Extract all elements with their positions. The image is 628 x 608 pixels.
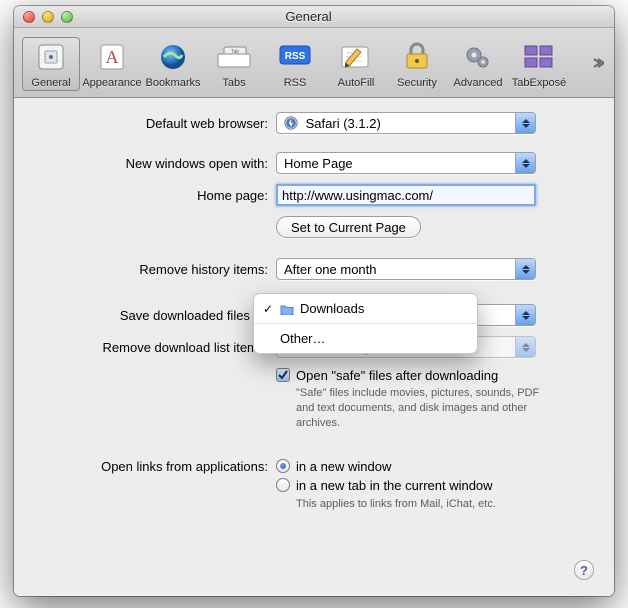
homepage-input[interactable] [276,184,536,206]
advanced-icon [463,39,493,75]
svg-text:A: A [106,47,119,67]
save-downloads-option-other[interactable]: Other… [254,328,477,349]
open-links-label: Open links from applications: [44,459,276,474]
toolbar-tab-tabs[interactable]: Tab Tabs [205,37,263,91]
remove-downloads-label: Remove download list items: [44,340,276,355]
toolbar-overflow[interactable] [590,55,606,71]
save-downloads-label: Save downloaded files to: [44,308,276,323]
titlebar: General [14,6,614,28]
toolbar-tab-appearance[interactable]: A Appearance [83,37,141,91]
safari-icon [284,116,298,130]
preferences-toolbar: General A Appearance Bookmarks Tab Tabs … [14,28,614,98]
appearance-icon: A [97,39,127,75]
open-safe-checkbox[interactable] [276,368,290,382]
svg-text:RSS: RSS [285,51,306,62]
toolbar-tab-general[interactable]: General [22,37,80,91]
menu-separator [254,323,477,324]
help-button[interactable]: ? [574,560,594,580]
security-icon [404,39,430,75]
toolbar-tab-autofill[interactable]: AutoFill [327,37,385,91]
set-current-page-button[interactable]: Set to Current Page [276,216,421,238]
autofill-icon [340,39,372,75]
toolbar-tab-advanced[interactable]: Advanced [449,37,507,91]
minimize-button[interactable] [42,11,54,23]
remove-history-select[interactable]: After one month [276,258,536,280]
save-downloads-option-downloads[interactable]: ✓ Downloads [254,298,477,319]
toolbar-tab-tabexpose[interactable]: TabExposé [510,37,568,91]
checkmark-icon: ✓ [262,302,274,316]
zoom-button[interactable] [61,11,73,23]
tabexpose-icon [523,39,555,75]
open-links-new-window-radio[interactable] [276,459,290,473]
open-safe-help: "Safe" files include movies, pictures, s… [296,386,556,431]
save-downloads-menu: ✓ Downloads Other… [253,293,478,354]
toolbar-tab-rss[interactable]: RSS RSS [266,37,324,91]
rss-icon: RSS [278,39,312,75]
remove-history-label: Remove history items: [44,262,276,277]
default-browser-label: Default web browser: [44,116,276,131]
folder-icon [280,303,294,315]
open-links-new-tab-radio[interactable] [276,478,290,492]
general-icon [36,39,66,75]
toolbar-tab-security[interactable]: Security [388,37,446,91]
default-browser-select[interactable]: Safari (3.1.2) [276,112,536,134]
window-title: General [73,9,544,24]
close-button[interactable] [23,11,35,23]
tabs-icon: Tab [217,39,251,75]
toolbar-tab-bookmarks[interactable]: Bookmarks [144,37,202,91]
open-links-help: This applies to links from Mail, iChat, … [296,497,566,512]
new-windows-select[interactable]: Home Page [276,152,536,174]
general-pane: Default web browser: Safari (3.1.2) New … [14,98,614,596]
bookmarks-icon [158,39,188,75]
homepage-label: Home page: [44,188,276,203]
open-safe-label: Open "safe" files after downloading [296,368,498,383]
new-windows-label: New windows open with: [44,156,276,171]
